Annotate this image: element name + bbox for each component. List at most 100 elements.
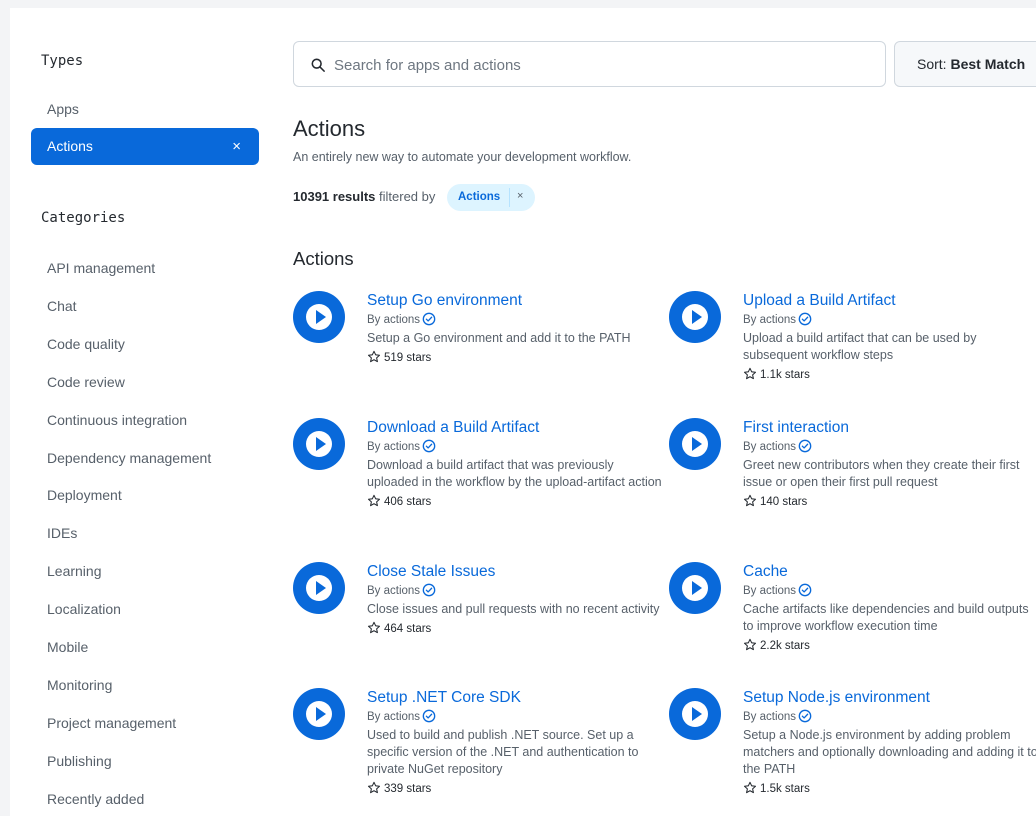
action-description: Upload a build artifact that can be used… <box>743 331 977 362</box>
author-label: By actions <box>367 711 421 723</box>
action-description: Greet new contributors when they create … <box>743 458 1020 489</box>
author-label: By actions <box>743 314 797 326</box>
play-triangle <box>316 310 326 324</box>
action-name[interactable]: Upload a Build Artifact <box>743 291 1036 311</box>
play-icon[interactable] <box>669 418 721 470</box>
sidebar-item-label: Actions <box>47 138 93 154</box>
play-triangle <box>692 581 702 595</box>
category-item[interactable]: Recently added <box>47 791 144 807</box>
card-body: Cache By actions Cache artifacts like depe… <box>743 562 1036 654</box>
action-name[interactable]: Cache <box>743 562 1036 582</box>
action-author: By actions <box>743 709 1036 725</box>
categories-heading: Categories <box>41 210 126 226</box>
stars-count: 519 stars <box>384 352 432 364</box>
action-name[interactable]: Download a Build Artifact <box>367 418 663 438</box>
stars-count: 339 stars <box>384 783 432 795</box>
stars-count: 406 stars <box>384 496 432 508</box>
verified-icon <box>798 583 812 597</box>
search-box[interactable] <box>293 41 886 87</box>
author-label: By actions <box>743 441 797 453</box>
star-icon <box>743 638 757 651</box>
category-item[interactable]: Publishing <box>47 753 112 769</box>
author-label: By actions <box>367 441 421 453</box>
stars-count: 464 stars <box>384 623 432 635</box>
action-stars: 339 stars <box>367 781 663 797</box>
card-body: Upload a Build Artifact By actions Upload … <box>743 291 1036 383</box>
verified-icon <box>798 312 812 326</box>
action-name[interactable]: Setup Node.js environment <box>743 688 1036 708</box>
category-item[interactable]: Learning <box>47 563 102 579</box>
play-icon[interactable] <box>293 562 345 614</box>
action-name[interactable]: First interaction <box>743 418 1036 438</box>
page-title: Actions <box>293 116 366 141</box>
sidebar-item-apps[interactable]: Apps <box>31 91 259 128</box>
action-stars: 406 stars <box>367 494 663 510</box>
sort-value: Best Match <box>950 56 1026 72</box>
category-item[interactable]: Chat <box>47 298 77 314</box>
card-body: First interaction By actions Greet new con… <box>743 418 1036 510</box>
action-description: Used to build and publish .NET source. S… <box>367 728 639 776</box>
action-stars: 1.1k stars <box>743 367 1036 383</box>
action-name[interactable]: Setup .NET Core SDK <box>367 688 663 708</box>
action-author: By actions <box>367 709 663 725</box>
verified-icon <box>798 709 812 723</box>
star-icon <box>367 350 381 363</box>
action-author: By actions <box>367 312 663 328</box>
card-body: Close Stale Issues By actions Close issues… <box>367 562 663 637</box>
star-icon <box>367 621 381 634</box>
action-stars: 2.2k stars <box>743 638 1036 654</box>
author-label: By actions <box>743 711 797 723</box>
category-item[interactable]: Continuous integration <box>47 412 187 428</box>
play-triangle <box>316 581 326 595</box>
section-title: Actions <box>293 248 354 269</box>
action-author: By actions <box>743 312 1036 328</box>
category-item[interactable]: Mobile <box>47 639 88 655</box>
action-author: By actions <box>367 583 663 599</box>
category-item[interactable]: IDEs <box>47 525 77 541</box>
verified-icon <box>422 583 436 597</box>
marketplace-panel: Types Apps Actions × Categories API mana… <box>10 8 1036 816</box>
category-item[interactable]: Code quality <box>47 336 125 352</box>
filtered-by-label: filtered by <box>375 189 436 204</box>
action-stars: 464 stars <box>367 621 663 637</box>
action-name[interactable]: Close Stale Issues <box>367 562 663 582</box>
star-icon <box>743 494 757 507</box>
sort-prefix: Sort: <box>917 56 951 72</box>
action-author: By actions <box>743 439 1036 455</box>
search-input[interactable] <box>334 52 864 78</box>
category-item[interactable]: Dependency management <box>47 450 211 466</box>
author-label: By actions <box>367 585 421 597</box>
play-icon[interactable] <box>669 291 721 343</box>
play-triangle <box>316 707 326 721</box>
play-icon[interactable] <box>669 688 721 740</box>
category-item[interactable]: Code review <box>47 374 125 390</box>
play-icon[interactable] <box>293 418 345 470</box>
filter-chip-close-icon[interactable]: × <box>517 190 523 202</box>
category-item[interactable]: Localization <box>47 601 121 617</box>
author-label: By actions <box>743 585 797 597</box>
category-item[interactable]: Monitoring <box>47 677 112 693</box>
category-item[interactable]: Deployment <box>47 487 122 503</box>
action-description: Close issues and pull requests with no r… <box>367 602 660 616</box>
sidebar-item-actions[interactable]: Actions × <box>31 128 259 165</box>
clear-filter-icon[interactable]: × <box>232 128 241 165</box>
play-icon[interactable] <box>293 291 345 343</box>
filter-chip-label: Actions <box>458 191 501 203</box>
author-label: By actions <box>367 314 421 326</box>
category-item[interactable]: Project management <box>47 715 176 731</box>
stars-count: 140 stars <box>760 496 808 508</box>
verified-icon <box>422 709 436 723</box>
action-stars: 140 stars <box>743 494 1036 510</box>
action-stars: 519 stars <box>367 350 663 366</box>
card-body: Setup Node.js environment By actions Setup… <box>743 688 1036 797</box>
play-icon[interactable] <box>669 562 721 614</box>
action-description: Setup a Node.js environment by adding pr… <box>743 728 1036 776</box>
star-icon <box>367 781 381 794</box>
action-name[interactable]: Setup Go environment <box>367 291 663 311</box>
category-item[interactable]: API management <box>47 260 155 276</box>
play-icon[interactable] <box>293 688 345 740</box>
action-stars: 1.5k stars <box>743 781 1036 797</box>
sort-button[interactable]: Sort: Best Match <box>894 41 1036 87</box>
play-triangle <box>316 437 326 451</box>
verified-icon <box>422 312 436 326</box>
